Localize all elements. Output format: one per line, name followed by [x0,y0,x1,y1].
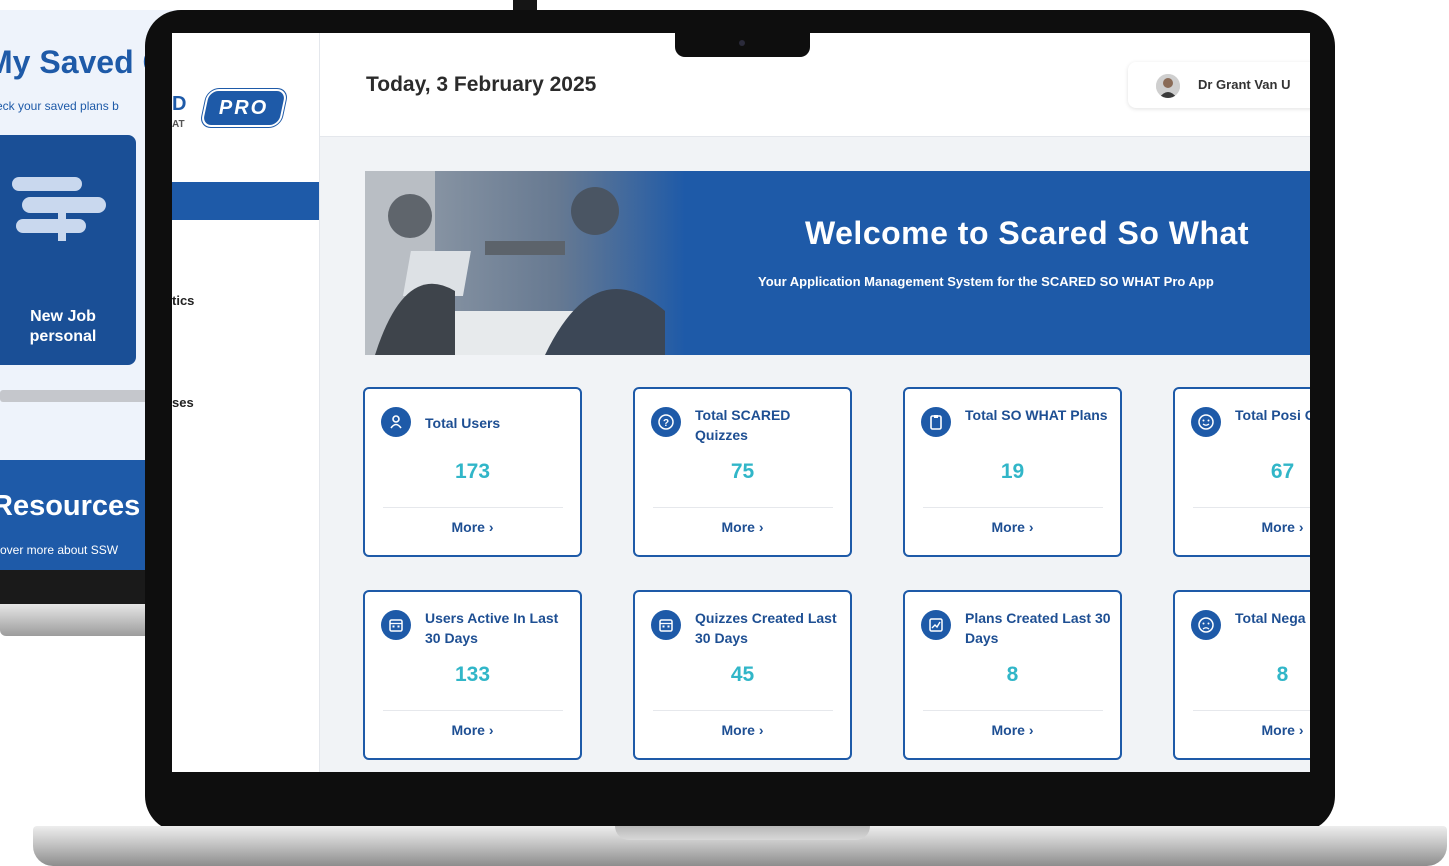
sidebar-item-analytics[interactable]: tics [172,293,194,308]
stat-card-plans-created[interactable]: Plans Created Last 30 Days 8 More › [903,590,1122,760]
more-link[interactable]: More › [905,519,1120,535]
resources-title: Resources [0,490,141,522]
more-link[interactable]: More › [365,519,580,535]
stat-card-quizzes-created[interactable]: Quizzes Created Last 30 Days 45 More › [633,590,852,760]
saved-plan-card[interactable]: New Job personal [0,135,136,365]
saved-plan-label: New Job personal [29,308,97,345]
stat-card-active-users[interactable]: Users Active In Last 30 Days 133 More › [363,590,582,760]
avatar [1156,74,1180,98]
more-link[interactable]: More › [1175,519,1310,535]
more-link[interactable]: More › [635,519,850,535]
more-link[interactable]: More › [365,722,580,738]
sidebar-item-resources[interactable]: ses [172,395,194,410]
stat-card-value: 173 [454,460,491,483]
divider [653,710,833,711]
stat-card-total-users[interactable]: Total Users 173 More › [363,387,582,557]
more-link[interactable]: More › [635,722,850,738]
logo-subtext: AT [172,119,185,130]
stat-card-value: 19 [1000,460,1025,483]
question-icon: ? [651,407,681,437]
calendar-icon [381,610,411,640]
stat-card-value: 67 [1270,460,1295,483]
saved-plans-title: My Saved C [0,44,166,80]
chart-icon [921,610,951,640]
pro-badge: PRO [202,91,286,125]
user-icon [381,407,411,437]
sidebar-item-active[interactable] [172,182,319,220]
books-icon [12,177,106,241]
resources-subtitle: cover more about SSW [0,543,119,557]
stat-card-total-plans[interactable]: Total SO WHAT Plans 19 More › [903,387,1122,557]
horizontal-scrollbar[interactable] [0,390,160,402]
divider [923,507,1103,508]
stat-card-title: Total SO WHAT Plans [965,407,1108,423]
stat-card-value: 8 [1276,663,1289,686]
camera-icon [739,40,745,46]
welcome-banner: Welcome to Scared So What Your Applicati… [365,171,1310,355]
clipboard-icon [921,407,951,437]
stat-card-value: 133 [454,663,491,686]
top-header: Today, 3 February 2025 Dr Grant Van U [320,33,1310,137]
divider [1193,507,1310,508]
logo-text: D [172,93,187,115]
smile-icon [1191,407,1221,437]
stat-card-value: 8 [1006,663,1019,686]
laptop-base-notch [615,826,870,840]
stat-card-title: Total SCARED Quizzes [695,407,791,443]
camera-notch [675,33,810,57]
stat-card-total-quizzes[interactable]: ? Total SCARED Quizzes 75 More › [633,387,852,557]
app-screen: D AT PRO tics ses Today, 3 February 2025… [172,33,1310,772]
divider [653,507,833,508]
stat-card-value: 45 [730,663,755,686]
stat-card-positive-outcomes[interactable]: Total Posi Outcomes 67 More › [1173,387,1310,557]
divider [1193,710,1310,711]
banner-photo [365,171,685,355]
more-link[interactable]: More › [1175,722,1310,738]
pro-badge-label: PRO [219,96,269,119]
svg-text:?: ? [663,418,669,429]
stat-card-title: Total Users [425,415,501,431]
stat-card-value: 75 [730,460,755,483]
banner-subtitle: Your Application Management System for t… [758,274,1214,289]
stat-card-negative-outcomes[interactable]: Total Nega Outcomes 8 More › [1173,590,1310,760]
stat-card-title: Total Nega Outcomes [1235,610,1310,626]
more-link[interactable]: More › [905,722,1120,738]
stat-card-title: Users Active In Last 30 Days [425,610,559,646]
user-name: Dr Grant Van U [1198,77,1291,92]
user-menu[interactable]: Dr Grant Van U [1128,62,1310,108]
divider [383,710,563,711]
calendar-icon [651,610,681,640]
stat-card-title: Quizzes Created Last 30 Days [695,610,837,646]
banner-title: Welcome to Scared So What [805,215,1249,251]
saved-plans-subtitle: eck your saved plans b [0,99,119,113]
sad-icon [1191,610,1221,640]
page-date: Today, 3 February 2025 [366,73,597,96]
stat-card-title: Total Posi Outcomes [1235,407,1310,423]
divider [923,710,1103,711]
sidebar: D AT PRO tics ses [172,33,320,772]
stat-card-title: Plans Created Last 30 Days [965,610,1111,646]
divider [383,507,563,508]
